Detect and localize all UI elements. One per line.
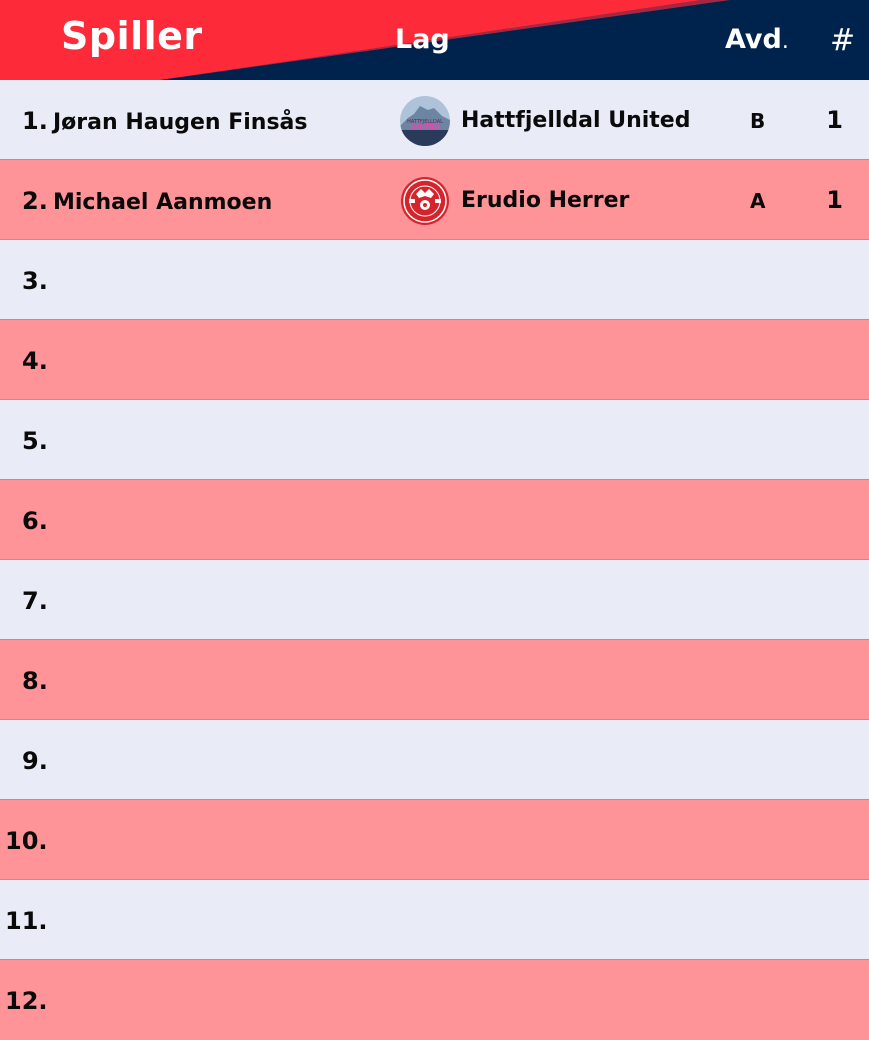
table-row: 12.: [0, 960, 869, 1040]
logo-text-bottom: UNITED: [410, 123, 440, 131]
row-rank: 4.: [22, 347, 48, 375]
player-name: Michael Aanmoen: [53, 190, 273, 215]
table-row: 6.: [0, 480, 869, 560]
row-rank: 2.: [22, 187, 48, 215]
table-row: 11.: [0, 880, 869, 960]
column-header-count: #: [830, 23, 856, 58]
division: B: [750, 109, 766, 133]
row-rank: 6.: [22, 507, 48, 535]
table-row: 5.: [0, 400, 869, 480]
table-row: 1. Jøran Haugen Finsås HATTFJELLDAL UNIT…: [0, 80, 869, 160]
division-header-dot: .: [781, 29, 789, 54]
row-rank: 8.: [22, 667, 48, 695]
hattfjelldal-united-logo-icon: HATTFJELLDAL UNITED: [400, 96, 450, 146]
count: 1: [826, 186, 843, 214]
count: 1: [826, 106, 843, 134]
row-rank: 11.: [5, 907, 48, 935]
column-header-player: Spiller: [61, 14, 203, 58]
table-row: 7.: [0, 560, 869, 640]
team-name: Erudio Herrer: [461, 188, 630, 213]
table-row: 8.: [0, 640, 869, 720]
table-header: Spiller Lag Avd. #: [0, 0, 869, 80]
scoreboard: Spiller Lag Avd. # 1. Jøran Haugen Finså…: [0, 0, 869, 1040]
column-header-team: Lag: [395, 24, 450, 55]
row-rank: 1.: [22, 107, 48, 135]
division-header-text: Avd: [725, 24, 782, 55]
table-row: 2. Michael Aanmoen Erudio Herrer A 1: [0, 160, 869, 240]
table-row: 3.: [0, 240, 869, 320]
erudio-herrer-logo-icon: [401, 177, 449, 225]
column-header-division: Avd.: [725, 24, 789, 55]
table-row: 4.: [0, 320, 869, 400]
row-rank: 9.: [22, 747, 48, 775]
row-rank: 3.: [22, 267, 48, 295]
table-row: 9.: [0, 720, 869, 800]
row-rank: 12.: [5, 987, 48, 1015]
team-name: Hattfjelldal United: [461, 108, 691, 133]
row-rank: 5.: [22, 427, 48, 455]
table-row: 10.: [0, 800, 869, 880]
player-name: Jøran Haugen Finsås: [53, 110, 308, 135]
division: A: [750, 189, 766, 213]
row-rank: 10.: [5, 827, 48, 855]
row-rank: 7.: [22, 587, 48, 615]
